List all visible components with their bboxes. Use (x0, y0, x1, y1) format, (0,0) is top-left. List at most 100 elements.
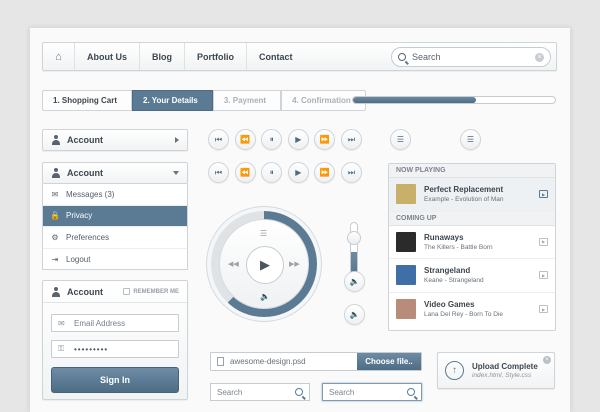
media-controls-row-2: ⏮ ⏪ ⏸ ▶ ⏩ ⏭ (208, 162, 362, 183)
nav-item-portfolio[interactable]: Portfolio (185, 43, 247, 70)
volume-icon[interactable]: 🔈 (260, 292, 270, 301)
checkout-steps: 1. Shopping Cart 2. Your Details 3. Paym… (42, 90, 366, 111)
rewind-button[interactable]: ⏪ (234, 129, 256, 150)
upload-title: Upload Complete (472, 362, 538, 371)
upload-notification: ↑ Upload Complete index.html, Style.css … (437, 352, 555, 389)
chevron-down-icon (173, 171, 179, 175)
circular-player: ☰ ◀◀ ▶▶ 🔈 ▶ (206, 206, 322, 322)
sign-in-button[interactable]: Sign In (51, 367, 179, 393)
password-value: ••••••••• (74, 344, 109, 354)
nav-item-blog[interactable]: Blog (140, 43, 185, 70)
play-track-icon[interactable]: ▶ (539, 271, 548, 280)
playlist-icon[interactable]: ☰ (260, 229, 267, 238)
skip-back-button[interactable]: ⏮ (208, 162, 229, 183)
fast-forward-button[interactable]: ⏩ (314, 162, 336, 183)
menu-item-preferences[interactable]: ⚙ Preferences (43, 227, 187, 249)
skip-back-button[interactable]: ⏮ (208, 129, 229, 150)
play-track-icon[interactable]: ▶ (539, 237, 548, 246)
rewind-button[interactable]: ⏪ (234, 162, 256, 183)
email-field[interactable]: ✉ Email Address (51, 314, 179, 332)
lock-icon: 🔒 (50, 211, 60, 221)
rewind-icon[interactable]: ◀◀ (228, 260, 239, 268)
progress-bar-fill (353, 97, 477, 103)
user-icon (51, 135, 61, 145)
account-menu: ✉ Messages (3) 🔒 Privacy ⚙ Preferences ⇥… (42, 184, 188, 270)
playlist-toggle-button[interactable]: ☰ (390, 129, 411, 150)
file-name-display: awesome-design.psd (211, 353, 357, 370)
track-title: Perfect Replacement (424, 185, 504, 195)
home-icon: ⌂ (55, 50, 62, 63)
clear-icon[interactable]: × (535, 52, 544, 62)
close-icon[interactable]: × (543, 356, 551, 364)
player-face: ☰ ◀◀ ▶▶ 🔈 ▶ (219, 219, 309, 309)
list-item[interactable]: Strangeland Keane - Strangeland ▶ (389, 259, 555, 293)
email-placeholder: Email Address (74, 318, 126, 328)
remember-me-label: REMEMBER ME (133, 288, 179, 295)
chevron-right-icon (175, 137, 179, 143)
file-input[interactable]: awesome-design.psd Choose file.. (210, 352, 422, 371)
nav-home-button[interactable]: ⌂ (43, 43, 75, 70)
key-icon: ⚿ (58, 344, 65, 353)
password-field[interactable]: ⚿ ••••••••• (51, 340, 179, 358)
track-artist: Lana Del Rey - Born To Die (424, 311, 504, 319)
now-playing-header: NOW PLAYING (389, 164, 555, 178)
menu-item-label: Privacy (66, 211, 93, 221)
track-title: Video Games (424, 300, 475, 310)
pause-button[interactable]: ⏸ (261, 129, 283, 150)
login-form: Account REMEMBER ME ✉ Email Address ⚿ ••… (42, 280, 188, 400)
search-icon[interactable] (295, 388, 303, 396)
user-icon (51, 286, 61, 297)
now-playing-track[interactable]: Perfect Replacement Example - Evolution … (389, 178, 555, 212)
main-nav: ⌂ About Us Blog Portfolio Contact Search… (42, 42, 557, 71)
fast-forward-button[interactable]: ⏩ (314, 129, 336, 150)
search-input[interactable]: Search (210, 383, 310, 401)
play-button[interactable]: ▶ (287, 162, 309, 183)
volume-button[interactable]: 🔈 (344, 304, 365, 325)
choose-file-button[interactable]: Choose file.. (357, 353, 421, 370)
nav-search-placeholder: Search (412, 52, 441, 62)
search-icon (398, 53, 406, 61)
playlist-toggle-button[interactable]: ☰ (460, 129, 481, 150)
track-title: Runaways (424, 232, 464, 242)
pause-button[interactable]: ⏸ (261, 162, 283, 183)
remember-me-checkbox[interactable] (123, 288, 131, 295)
step-your-details[interactable]: 2. Your Details (132, 90, 213, 111)
skip-forward-button[interactable]: ⏭ (340, 162, 362, 183)
menu-item-messages[interactable]: ✉ Messages (3) (43, 184, 187, 206)
account-dropdown-collapsed[interactable]: Account (42, 129, 188, 151)
album-cover (396, 231, 416, 252)
remember-me[interactable]: REMEMBER ME (123, 288, 179, 295)
nav-item-about[interactable]: About Us (75, 43, 140, 70)
search-icon[interactable] (407, 388, 415, 396)
nav-search-input[interactable]: Search × (391, 47, 551, 67)
play-track-icon[interactable]: ▶ (539, 305, 548, 314)
upload-files: index.html, Style.css (472, 372, 532, 379)
big-play-button[interactable]: ▶ (246, 246, 284, 284)
menu-item-label: Logout (66, 254, 91, 264)
volume-slider-handle[interactable] (347, 231, 361, 245)
fast-forward-icon[interactable]: ▶▶ (289, 260, 300, 268)
step-payment[interactable]: 3. Payment (212, 90, 282, 111)
menu-item-logout[interactable]: ⇥ Logout (43, 249, 187, 271)
step-shopping-cart[interactable]: 1. Shopping Cart (42, 90, 132, 111)
login-header: Account REMEMBER ME (43, 281, 187, 303)
list-item[interactable]: Video Games Lana Del Rey - Born To Die ▶ (389, 293, 555, 327)
file-name: awesome-design.psd (230, 357, 306, 366)
gear-icon: ⚙ (51, 232, 59, 242)
album-cover (396, 265, 416, 286)
upload-icon: ↑ (445, 361, 464, 380)
track-artist: Keane - Strangeland (424, 277, 484, 285)
play-button[interactable]: ▶ (287, 129, 309, 150)
user-icon (51, 168, 61, 178)
play-track-icon[interactable]: ▶ (539, 190, 548, 199)
file-icon (217, 357, 224, 366)
album-cover (396, 299, 416, 320)
volume-button[interactable]: 🔈 (344, 271, 365, 292)
nav-item-contact[interactable]: Contact (247, 43, 305, 70)
search-input-focused[interactable]: Search (322, 383, 422, 401)
account-dropdown-expanded[interactable]: Account (42, 162, 188, 184)
progress-bar (352, 96, 556, 104)
skip-forward-button[interactable]: ⏭ (340, 129, 362, 150)
menu-item-privacy[interactable]: 🔒 Privacy (43, 205, 187, 227)
list-item[interactable]: Runaways The Killers - Battle Born ▶ (389, 226, 555, 259)
